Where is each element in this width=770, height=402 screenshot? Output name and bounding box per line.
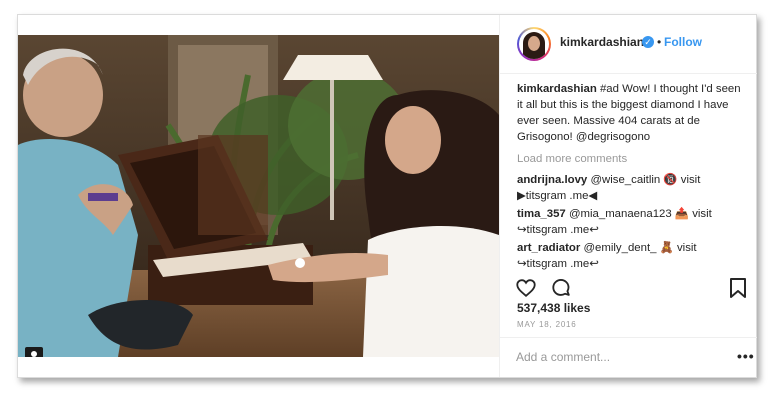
post-date: MAY 18, 2016 [517,320,577,329]
post-actions [500,277,757,303]
heart-icon[interactable] [515,277,537,304]
comment-username[interactable]: art_radiator [517,242,580,254]
more-options-button[interactable]: ••• [737,348,755,364]
add-comment-bar: ••• [500,337,757,378]
post-sidebar: kimkardashian ✓ • Follow kimkardashian #… [499,15,757,377]
comment-item: art_radiator @emily_dent_ 🧸 visit ↪titsg… [517,240,745,272]
verified-badge-icon: ✓ [642,36,654,48]
likes-count[interactable]: 537,438 likes [517,301,590,315]
instagram-post-card: kimkardashian ✓ • Follow kimkardashian #… [17,14,757,378]
user-tag-icon[interactable] [25,347,43,357]
comments-section: kimkardashian #ad Wow! I thought I'd see… [517,81,745,277]
follow-button[interactable]: Follow [664,35,702,49]
add-comment-input[interactable] [516,350,716,364]
comment-item: tima_357 @mia_manaena123 📤 visit ↪titsgr… [517,206,745,238]
comment-item: andrijna.lovy @wise_caitlin 🔞 visit ▶tit… [517,172,745,204]
avatar[interactable] [517,27,551,61]
caption-username[interactable]: kimkardashian [517,83,597,95]
follow-separator: • [657,35,662,49]
comment-username[interactable]: tima_357 [517,208,566,220]
comment-icon[interactable] [550,277,572,304]
post-caption: kimkardashian #ad Wow! I thought I'd see… [517,81,745,145]
bookmark-icon[interactable] [729,277,747,304]
post-header: kimkardashian ✓ • Follow [500,15,757,74]
avatar-image [519,29,549,59]
post-photo[interactable] [18,35,499,357]
photo-scene [18,35,499,357]
load-more-comments[interactable]: Load more comments [517,151,745,167]
username[interactable]: kimkardashian [560,35,644,49]
comment-username[interactable]: andrijna.lovy [517,174,587,186]
